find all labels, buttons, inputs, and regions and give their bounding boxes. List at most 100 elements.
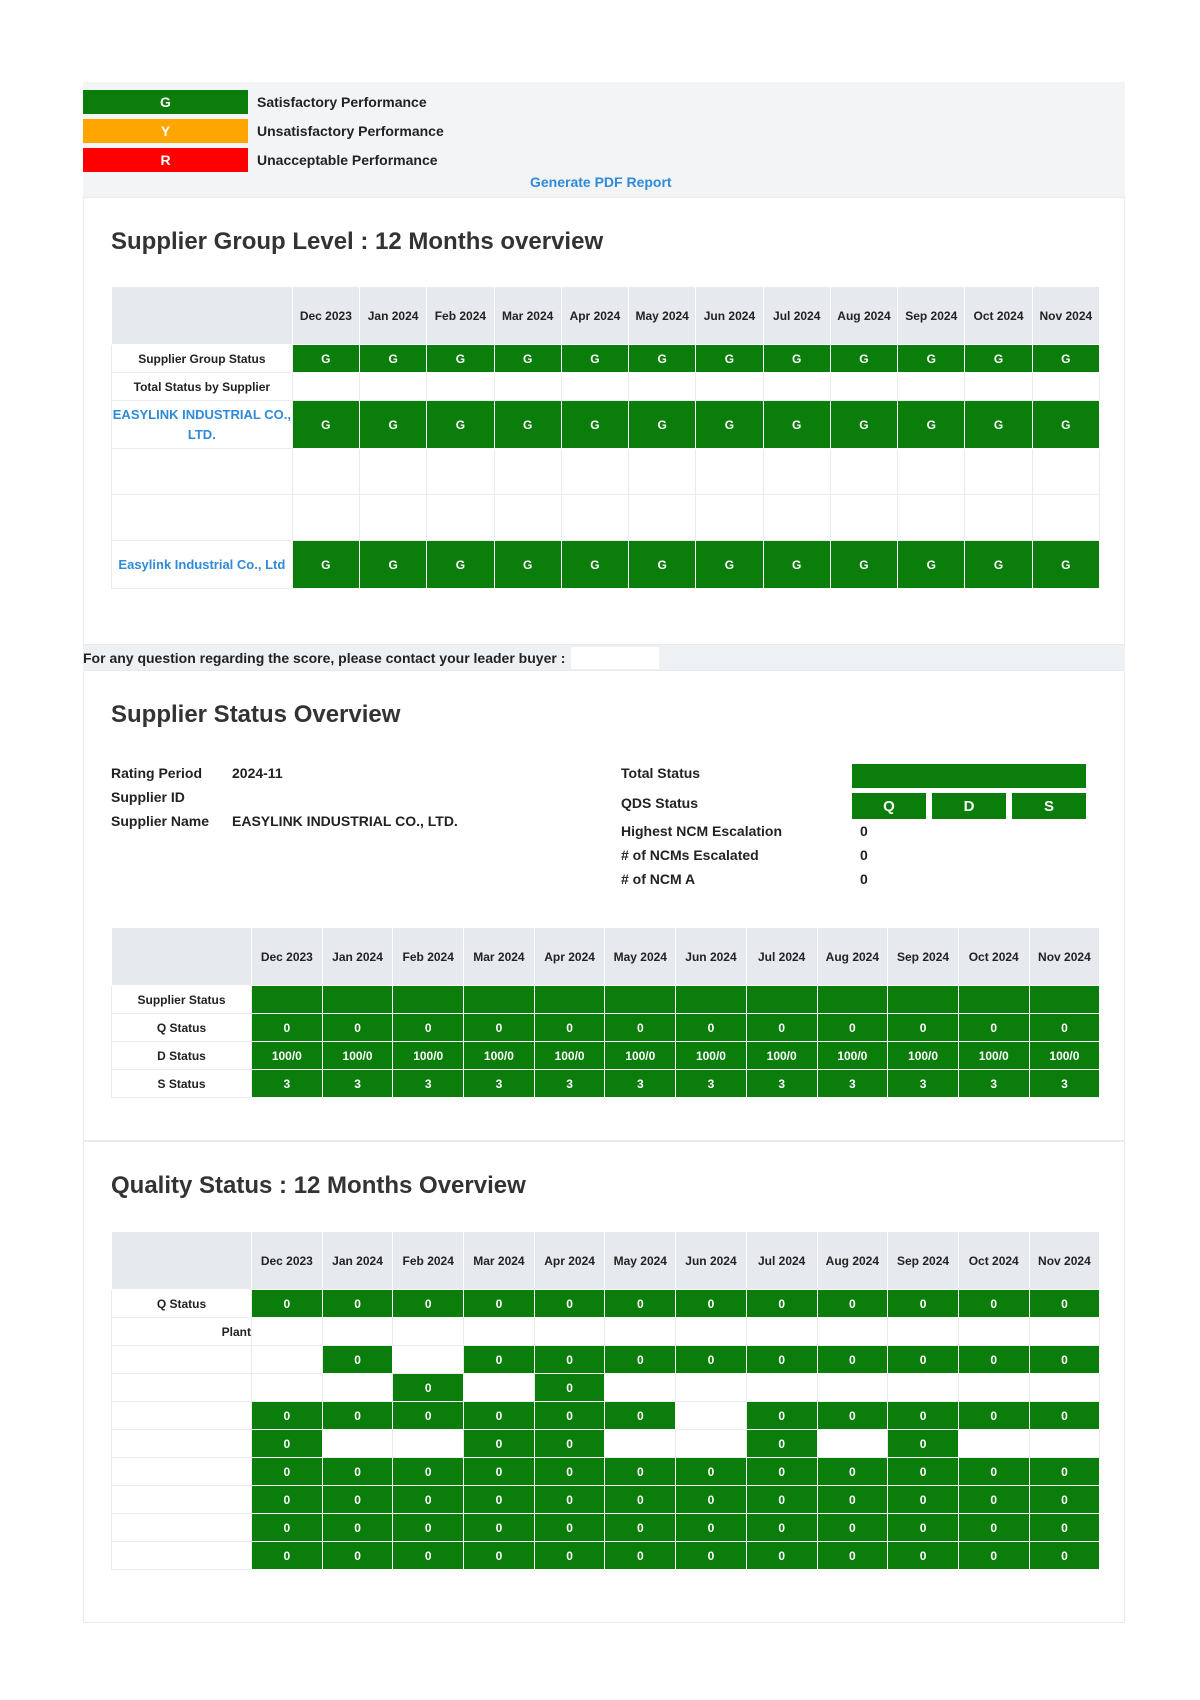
- status-cell: 100/0: [533, 1041, 606, 1070]
- status-cell: G: [829, 344, 899, 373]
- month-header: Sep 2024: [887, 927, 959, 986]
- quality-cell: 0: [533, 1373, 606, 1402]
- empty-cell: [560, 372, 630, 401]
- status-cell: 3: [745, 1069, 818, 1098]
- month-header: Nov 2024: [1028, 1231, 1101, 1290]
- empty-cell: [829, 494, 899, 541]
- empty-cell: [762, 372, 831, 401]
- quality-cell: 0: [675, 1541, 747, 1570]
- ncms-escalated-value: 0: [860, 847, 868, 863]
- rating-period-label: Rating Period: [111, 765, 203, 781]
- quality-cell: 0: [957, 1457, 1030, 1486]
- status-overview-card: Supplier Status Overview Rating Period 2…: [83, 670, 1125, 1141]
- empty-cell: [1031, 494, 1101, 541]
- quality-row: Q Status 0 0 0 0 0 0 0 0 0 0 0 0: [111, 1289, 1101, 1318]
- status-cell: 3: [392, 1069, 465, 1098]
- quality-card: Quality Status : 12 Months Overview Dec …: [83, 1141, 1125, 1623]
- quality-cell: 0: [463, 1289, 535, 1318]
- row-label: Q Status: [111, 1013, 252, 1042]
- empty-cell: [426, 494, 495, 541]
- month-header: Mar 2024: [463, 1231, 535, 1290]
- quality-cell: 0: [533, 1485, 606, 1514]
- month-header: Dec 2023: [291, 286, 360, 345]
- ncm-a-value: 0: [860, 871, 868, 887]
- supplier-name-link[interactable]: Easylink Industrial Co., Ltd: [111, 540, 293, 589]
- generate-pdf-link[interactable]: Generate PDF Report: [530, 174, 672, 190]
- status-cell: G: [560, 540, 630, 589]
- status_overview-header-row: Dec 2023 Jan 2024 Feb 2024 Mar 2024 Apr 2024…: [111, 927, 1101, 986]
- quality-cell: 0: [604, 1345, 677, 1374]
- empty-cell: [887, 1373, 959, 1402]
- quality-cell: 0: [957, 1289, 1030, 1318]
- quality-cell: 0: [533, 1289, 606, 1318]
- legend-red-swatch: R: [83, 148, 248, 172]
- empty-cell: [745, 1317, 818, 1346]
- status-cell: G: [426, 344, 495, 373]
- quality-row: 000000000000: [111, 1541, 1101, 1570]
- quality-cell: 0: [745, 1541, 818, 1570]
- quality-cell: 0: [251, 1401, 323, 1430]
- status-cell: 3: [675, 1069, 747, 1098]
- quality-corner-cell: [111, 1231, 252, 1290]
- empty-cell: [1031, 448, 1101, 495]
- total-status-bar: [852, 764, 1086, 788]
- quality-row: 00: [111, 1373, 1101, 1402]
- quality-cell: 0: [392, 1513, 465, 1542]
- status-cell: 0: [816, 1013, 889, 1042]
- row-label: [111, 1345, 252, 1374]
- supplier-name-link[interactable]: EASYLINK INDUSTRIAL CO., LTD.: [111, 400, 293, 449]
- month-header: Dec 2023: [251, 927, 323, 986]
- empty-cell: [829, 372, 899, 401]
- quality-cell: 0: [745, 1345, 818, 1374]
- empty-cell: [321, 1317, 394, 1346]
- quality-cell: 0: [321, 1485, 394, 1514]
- empty-cell: [463, 1317, 535, 1346]
- month-header: Apr 2024: [533, 1231, 606, 1290]
- quality-cell: 0: [1028, 1513, 1101, 1542]
- row-label: [111, 1457, 252, 1486]
- status-cell: 100/0: [392, 1041, 465, 1070]
- quality-cell: 0: [887, 1345, 959, 1374]
- status-cell: G: [1031, 344, 1101, 373]
- quality-cell: 0: [816, 1513, 889, 1542]
- empty-cell: [695, 372, 764, 401]
- month-header: Jun 2024: [675, 927, 747, 986]
- month-header: Jul 2024: [745, 927, 818, 986]
- quality-cell: 0: [1028, 1401, 1101, 1430]
- status-cell: [604, 985, 677, 1014]
- status-cell: 0: [321, 1013, 394, 1042]
- status-cell: 0: [957, 1013, 1030, 1042]
- status-cell: 0: [745, 1013, 818, 1042]
- status-row: Supplier Status: [111, 985, 1101, 1014]
- quality-cell: 0: [392, 1373, 465, 1402]
- empty-cell: [1031, 372, 1101, 401]
- group-row: [111, 448, 1101, 495]
- empty-cell: [957, 1317, 1030, 1346]
- month-header: Feb 2024: [392, 927, 465, 986]
- quality-cell: 0: [463, 1513, 535, 1542]
- row-label: D Status: [111, 1041, 252, 1070]
- legend-green-label: Satisfactory Performance: [257, 94, 427, 110]
- quality-cell: 0: [392, 1541, 465, 1570]
- quality-cell: 0: [675, 1485, 747, 1514]
- status-cell: [463, 985, 535, 1014]
- status-cell: 3: [604, 1069, 677, 1098]
- legend-green-swatch: G: [83, 90, 248, 114]
- ncm-escalation-label: Highest NCM Escalation: [621, 823, 783, 839]
- status-cell: G: [829, 540, 899, 589]
- quality-cell: 0: [887, 1401, 959, 1430]
- status-cell: G: [426, 400, 495, 449]
- quality-cell: 0: [1028, 1457, 1101, 1486]
- status-cell: G: [628, 344, 697, 373]
- quality-title: Quality Status : 12 Months Overview: [111, 1172, 526, 1199]
- empty-cell: [493, 448, 562, 495]
- status-cell: [675, 985, 747, 1014]
- status-cell: G: [1031, 400, 1101, 449]
- quality-row: Plant: [111, 1317, 1101, 1346]
- row-label: [111, 1429, 252, 1458]
- empty-cell: [897, 448, 966, 495]
- status-cell: G: [358, 400, 428, 449]
- group-row: Supplier Group Status G G G G G G G G G G G G: [111, 344, 1101, 373]
- status-cell: 3: [816, 1069, 889, 1098]
- empty-cell: [392, 1345, 465, 1374]
